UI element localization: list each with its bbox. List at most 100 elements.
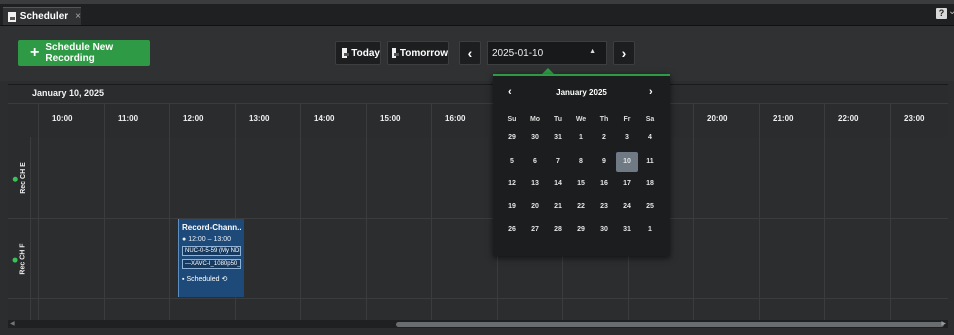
hour-gridline (38, 103, 39, 320)
help-icon[interactable]: ? (936, 8, 947, 19)
hour-gridline (890, 103, 891, 320)
today-label: Today (351, 47, 380, 59)
tab-label: Scheduler (19, 11, 69, 22)
calendar-day[interactable]: 16 (593, 174, 615, 194)
weekday-label: Su (507, 116, 517, 123)
date-value: 2025-01-10 (492, 47, 544, 59)
calendar-day[interactable]: 30 (593, 220, 615, 240)
tomorrow-button[interactable]: Tomorrow (387, 41, 449, 65)
schedule-grid (8, 137, 948, 320)
calendar-day[interactable]: 28 (547, 220, 569, 240)
calendar-day[interactable]: 3 (616, 128, 638, 148)
close-tab-icon[interactable]: × (75, 11, 81, 22)
scrollbar-thumb[interactable] (396, 322, 944, 327)
weekday-label: Th (599, 116, 609, 123)
calendar-day[interactable]: 4 (639, 128, 661, 148)
calendar-day[interactable]: 22 (570, 197, 592, 217)
recording-event[interactable]: Record-Chann... ● 12:00 – 13:00 NUC-0-5-… (178, 219, 244, 297)
hour-label: 15:00 (380, 114, 401, 123)
hour-gridline (824, 103, 825, 320)
clock-icon: ● (182, 236, 187, 243)
calendar-day[interactable]: 10 (616, 152, 638, 172)
schedule-new-recording-label: Schedule New Recording (45, 42, 114, 64)
date-picker-field[interactable]: 2025-01-10 ▲ (487, 41, 607, 65)
next-day-button[interactable]: › (613, 41, 635, 65)
event-status-text: Scheduled (186, 276, 220, 283)
caret-up-icon[interactable]: ▲ (589, 48, 596, 55)
calendar-day[interactable]: 1 (570, 128, 592, 148)
calendar-day[interactable]: 19 (501, 197, 523, 217)
row-label-empty (8, 299, 31, 320)
schedule-new-recording-button[interactable]: + Schedule New Recording (18, 40, 150, 66)
calendar-day[interactable]: 24 (616, 197, 638, 217)
calendar-day[interactable]: 2 (593, 128, 615, 148)
calendar-day[interactable]: 31 (616, 220, 638, 240)
disk-icon: ▪ (182, 276, 185, 283)
calendar-day[interactable]: 23 (593, 197, 615, 217)
calendar-day[interactable]: 11 (639, 152, 661, 172)
event-time-text: 12:00 – 13:00 (188, 236, 232, 243)
calendar-popup: ‹ January 2025 › Su Mo Tu We Th Fr Sa 29 30 31 1 2 3… (493, 74, 670, 256)
calendar-day[interactable]: 25 (639, 197, 661, 217)
toolbar: + Schedule New Recording Today Tomorrow … (0, 26, 954, 81)
row-rec-label: Rec (20, 261, 28, 275)
hour-gridline (169, 103, 170, 320)
calendar-day[interactable]: 17 (616, 174, 638, 194)
hour-gridline (104, 103, 105, 320)
calendar-day[interactable]: 29 (570, 220, 592, 240)
calendar-next-month-button[interactable]: › (649, 86, 653, 98)
calendar-day[interactable]: 21 (547, 197, 569, 217)
scroll-right-icon[interactable]: ▶ (941, 320, 946, 327)
repeat-icon[interactable]: ⟲ (221, 276, 227, 283)
calendar-day[interactable]: 1 (639, 220, 661, 240)
hour-label: 13:00 (249, 114, 270, 123)
calendar-icon (342, 48, 350, 58)
horizontal-scrollbar[interactable]: ◀ ▶ (8, 320, 948, 328)
hour-label: 14:00 (314, 114, 335, 123)
tomorrow-label: Tomorrow (399, 47, 448, 59)
calendar-month-label: January 2025 (556, 88, 607, 97)
row-channel-label: CH E (20, 161, 27, 179)
calendar-day[interactable]: 9 (593, 152, 615, 172)
calendar-day[interactable]: 7 (547, 152, 569, 172)
calendar-day[interactable]: 30 (524, 128, 546, 148)
calendar-day[interactable]: 8 (570, 152, 592, 172)
weekday-label: Sa (645, 116, 655, 123)
event-title: Record-Chann... (182, 223, 241, 232)
calendar-day[interactable]: 29 (501, 128, 523, 148)
hour-header (8, 103, 948, 139)
event-time: ● 12:00 – 13:00 (182, 236, 241, 243)
calendar-day[interactable]: 14 (547, 174, 569, 194)
calendar-icon (392, 48, 399, 58)
calendar-day[interactable]: 13 (524, 174, 546, 194)
calendar-icon (8, 11, 16, 22)
hour-label: 21:00 (773, 114, 794, 123)
hour-label: 16:00 (445, 114, 466, 123)
row-label-ch-e: Rec CH E (8, 137, 31, 218)
calendar-day[interactable]: 20 (524, 197, 546, 217)
calendar-day[interactable]: 18 (639, 174, 661, 194)
scroll-left-icon[interactable]: ◀ (10, 320, 15, 327)
row-divider (8, 218, 948, 219)
row-rec-label: Rec (20, 180, 27, 194)
tab-scheduler[interactable]: Scheduler × (3, 7, 81, 25)
row-divider (8, 298, 948, 299)
calendar-day[interactable]: 15 (570, 174, 592, 194)
hour-label: 12:00 (183, 114, 204, 123)
hour-label: 22:00 (838, 114, 859, 123)
event-status: ▪ Scheduled ⟲ (182, 275, 241, 283)
calendar-day[interactable]: 6 (524, 152, 546, 172)
calendar-day[interactable]: 31 (547, 128, 569, 148)
calendar-day[interactable]: 26 (501, 220, 523, 240)
calendar-day[interactable]: 5 (501, 152, 523, 172)
hour-gridline (431, 103, 432, 320)
chevron-down-icon[interactable]: ⌄ (948, 6, 954, 17)
calendar-day[interactable]: 12 (501, 174, 523, 194)
hour-gridline (300, 103, 301, 320)
today-button[interactable]: Today (335, 41, 381, 65)
hour-gridline (366, 103, 367, 320)
calendar-day[interactable]: 27 (524, 220, 546, 240)
status-dot-icon (12, 176, 18, 181)
hour-label: 23:00 (904, 114, 925, 123)
previous-day-button[interactable]: ‹ (459, 41, 481, 65)
